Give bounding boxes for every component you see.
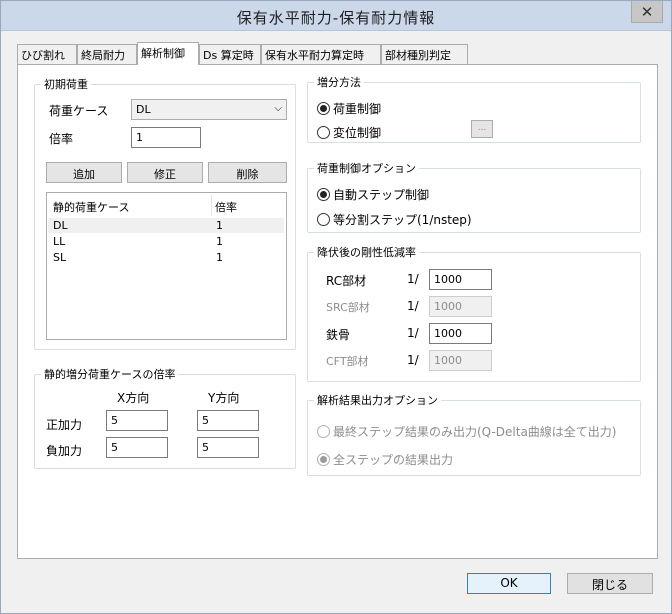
- negative-y-input[interactable]: 5: [197, 437, 259, 458]
- tab-analysis-control[interactable]: 解析制御: [137, 42, 199, 65]
- window-title: 保有水平耐力-保有耐力情報: [236, 9, 436, 27]
- cft-member-label: CFT部材: [326, 355, 369, 368]
- list-item[interactable]: SL 1: [48, 250, 284, 265]
- radio-unchecked-icon: [317, 213, 330, 226]
- list-item-case: SL: [53, 251, 67, 264]
- list-item-case: LL: [53, 235, 66, 248]
- tab-ds-calc[interactable]: Ds 算定時: [199, 44, 261, 64]
- tab-horizontal-strength-calc[interactable]: 保有水平耐力算定時: [261, 44, 381, 64]
- auto-step-label: 自動ステップ制御: [333, 188, 430, 202]
- chevron-down-icon: ⌵: [274, 103, 282, 114]
- title-bar: 保有水平耐力-保有耐力情報 ✕: [1, 1, 671, 31]
- incremental-load-ratio-group: 静的増分荷重ケースの倍率 X方向 Y方向 正加力 5 5 負加力 5 5: [34, 366, 296, 469]
- final-step-only-radio[interactable]: 最終ステップ結果のみ出力(Q-Delta曲線は全て出力): [317, 423, 617, 440]
- displacement-settings-button[interactable]: ...: [471, 120, 493, 138]
- close-button[interactable]: 閉じる: [567, 573, 653, 594]
- load-control-label: 荷重制御: [333, 102, 382, 116]
- list-header-ratio: 倍率: [215, 201, 237, 214]
- column-divider: [211, 195, 212, 215]
- tab-panel: 初期荷重 荷重ケース DL ⌵ 倍率 1 追加 修正 削除 静的荷重ケース 倍率…: [17, 64, 658, 559]
- tab-cracking[interactable]: ひび割れ: [17, 44, 77, 64]
- steel-member-label: 鉄骨: [326, 328, 351, 342]
- x-direction-label: X方向: [117, 391, 150, 405]
- post-yield-stiffness-group-label: 降伏後の剛性低減率: [314, 244, 419, 260]
- y-direction-label: Y方向: [208, 391, 240, 405]
- radio-checked-icon: [317, 188, 330, 201]
- displacement-control-radio[interactable]: 変位制御: [317, 124, 381, 141]
- incremental-load-ratio-group-label: 静的増分荷重ケースの倍率: [41, 366, 179, 382]
- increment-method-group-label: 増分方法: [314, 74, 364, 90]
- radio-checked-icon: [317, 102, 330, 115]
- post-yield-stiffness-group: 降伏後の剛性低減率 RC部材 1/ 1000 SRC部材 1/ 1000 鉄骨 …: [307, 244, 641, 382]
- tab-member-type[interactable]: 部材種別判定: [381, 44, 468, 64]
- negative-x-input[interactable]: 5: [106, 437, 168, 458]
- delete-button[interactable]: 削除: [208, 162, 287, 183]
- load-case-label: 荷重ケース: [49, 104, 109, 118]
- equal-step-label: 等分割ステップ(1/nstep): [333, 213, 472, 227]
- steel-reduction-input[interactable]: 1000: [429, 323, 492, 344]
- displacement-control-label: 変位制御: [333, 126, 382, 140]
- cft-prefix: 1/: [407, 353, 419, 367]
- list-item[interactable]: DL 1: [48, 218, 284, 233]
- list-item-ratio: 1: [216, 219, 223, 232]
- radio-unchecked-icon: [317, 126, 330, 139]
- rc-prefix: 1/: [407, 272, 419, 286]
- all-steps-radio[interactable]: 全ステップの結果出力: [317, 451, 453, 468]
- static-load-case-list[interactable]: 静的荷重ケース 倍率 DL 1 LL 1 SL 1: [46, 192, 287, 340]
- rc-member-label: RC部材: [326, 274, 367, 288]
- positive-x-input[interactable]: 5: [106, 410, 168, 431]
- ok-button[interactable]: OK: [467, 573, 551, 594]
- edit-button[interactable]: 修正: [127, 162, 203, 183]
- equal-step-radio[interactable]: 等分割ステップ(1/nstep): [317, 211, 472, 228]
- increment-method-group: 増分方法 荷重制御 変位制御 ...: [307, 74, 641, 143]
- final-step-only-label: 最終ステップ結果のみ出力(Q-Delta曲線は全て出力): [333, 425, 617, 439]
- all-steps-label: 全ステップの結果出力: [333, 453, 454, 467]
- load-control-radio[interactable]: 荷重制御: [317, 100, 381, 117]
- positive-load-label: 正加力: [46, 418, 83, 432]
- radio-unchecked-icon: [317, 425, 330, 438]
- list-item-ratio: 1: [216, 235, 223, 248]
- initial-load-group: 初期荷重 荷重ケース DL ⌵ 倍率 1 追加 修正 削除 静的荷重ケース 倍率…: [34, 76, 296, 350]
- list-item-case: DL: [53, 219, 68, 232]
- src-member-label: SRC部材: [326, 301, 370, 314]
- negative-load-label: 負加力: [46, 444, 83, 458]
- list-header-case: 静的荷重ケース: [53, 201, 130, 214]
- ratio-label: 倍率: [49, 132, 74, 146]
- dialog-window: 保有水平耐力-保有耐力情報 ✕ ひび割れ 終局耐力 解析制御 Ds 算定時 保有…: [0, 0, 672, 614]
- steel-prefix: 1/: [407, 326, 419, 340]
- load-control-options-group: 荷重制御オプション 自動ステップ制御 等分割ステップ(1/nstep): [307, 160, 641, 233]
- ratio-input[interactable]: 1: [131, 127, 201, 148]
- load-control-options-group-label: 荷重制御オプション: [314, 160, 419, 176]
- positive-y-input[interactable]: 5: [197, 410, 259, 431]
- load-case-select[interactable]: DL ⌵: [131, 99, 287, 120]
- src-reduction-input: 1000: [429, 296, 492, 317]
- radio-checked-icon: [317, 453, 330, 466]
- load-case-value: DL: [136, 103, 151, 116]
- list-item[interactable]: LL 1: [48, 234, 284, 249]
- add-button[interactable]: 追加: [46, 162, 122, 183]
- auto-step-radio[interactable]: 自動ステップ制御: [317, 186, 429, 203]
- output-options-group-label: 解析結果出力オプション: [314, 392, 441, 408]
- tab-ultimate-strength[interactable]: 終局耐力: [77, 44, 137, 64]
- rc-reduction-input[interactable]: 1000: [429, 269, 492, 290]
- initial-load-group-label: 初期荷重: [41, 76, 91, 92]
- close-icon[interactable]: ✕: [631, 1, 663, 23]
- output-options-group: 解析結果出力オプション 最終ステップ結果のみ出力(Q-Delta曲線は全て出力)…: [307, 392, 641, 476]
- list-item-ratio: 1: [216, 251, 223, 264]
- src-prefix: 1/: [407, 299, 419, 313]
- cft-reduction-input: 1000: [429, 350, 492, 371]
